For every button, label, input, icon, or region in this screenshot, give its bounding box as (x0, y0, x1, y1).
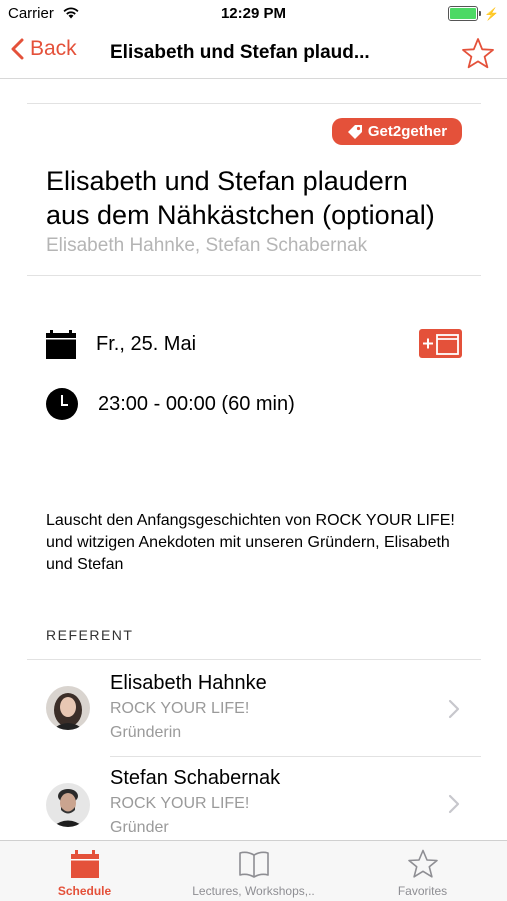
speaker-name: Elisabeth Hahnke (110, 672, 267, 694)
page-title: Elisabeth und Stefan plaud... (110, 42, 370, 63)
category-tag: Get2gether (332, 118, 462, 145)
star-icon (407, 849, 438, 878)
category-tag-label: Get2gether (367, 123, 448, 140)
tab-lectures-workshops[interactable]: Lectures, Workshops,.. (169, 841, 338, 901)
favorite-star-button[interactable] (461, 37, 495, 74)
star-icon (462, 38, 494, 69)
speaker-name: Stefan Schabernak (110, 767, 281, 789)
avatar (46, 783, 90, 827)
speaker-organization: ROCK YOUR LIFE! (110, 795, 250, 812)
session-date: Fr., 25. Mai (96, 333, 197, 355)
speaker-role: Gründer (110, 819, 169, 836)
tab-favorites[interactable]: Favorites (338, 841, 507, 901)
tab-label: Lectures, Workshops,.. (192, 884, 315, 898)
back-button[interactable]: Back (10, 37, 77, 61)
tab-label: Schedule (57, 884, 112, 898)
tag-icon (347, 124, 362, 139)
divider (27, 103, 481, 104)
referent-section-header: REFERENT (46, 627, 134, 643)
calendar-icon (46, 330, 76, 364)
tab-bar: Schedule Lectures, Workshops,.. Favorite… (0, 840, 507, 901)
calendar-icon (70, 850, 99, 878)
status-time: 12:29 PM (220, 5, 287, 22)
book-icon (238, 851, 269, 878)
add-calendar-icon (419, 329, 462, 358)
session-title-line-2: aus dem Nähkästchen (optional) (46, 200, 435, 230)
navigation-bar: Back Elisabeth und Stefan plaud... (0, 28, 507, 79)
speaker-row[interactable]: Stefan Schabernak ROCK YOUR LIFE! Gründe… (0, 757, 507, 853)
session-title-line-1: Elisabeth und Stefan plaudern (46, 166, 408, 196)
tab-schedule[interactable]: Schedule (0, 841, 169, 901)
battery-icon: ⚡ (448, 6, 499, 21)
clock-icon (46, 388, 78, 425)
back-label: Back (30, 37, 77, 60)
session-speakers: Elisabeth Hahnke, Stefan Schabernak (46, 235, 368, 256)
chevron-right-icon (448, 699, 460, 719)
session-title: Elisabeth und Stefan plaudern aus dem Nä… (46, 164, 486, 232)
divider (27, 275, 481, 276)
speaker-organization: ROCK YOUR LIFE! (110, 700, 250, 717)
add-to-calendar-button[interactable] (419, 329, 462, 363)
speaker-row[interactable]: Elisabeth Hahnke ROCK YOUR LIFE! Gründer… (0, 660, 507, 756)
tab-label: Favorites (397, 884, 448, 898)
speaker-role: Gründerin (110, 724, 182, 741)
session-time: 23:00 - 00:00 (60 min) (98, 393, 295, 415)
session-description: Lauscht den Anfangsgeschichten von ROCK … (46, 512, 455, 573)
chevron-left-icon (11, 38, 24, 60)
status-bar: Carrier 12:29 PM ⚡ (0, 0, 507, 28)
chevron-right-icon (448, 794, 460, 814)
avatar (46, 686, 90, 730)
